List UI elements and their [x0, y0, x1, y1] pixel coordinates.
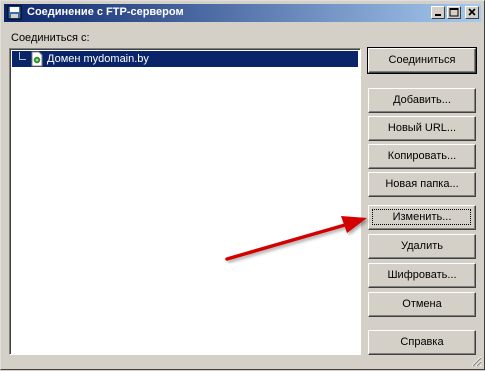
tree-connector-line — [19, 52, 26, 60]
tree-item-label: Домен mydomain.by — [47, 53, 149, 65]
app-icon — [7, 5, 22, 20]
connect-button[interactable]: Соединиться — [367, 47, 477, 74]
tree-item-mydomain[interactable]: Домен mydomain.by — [12, 51, 358, 67]
minimize-button[interactable] — [431, 6, 445, 19]
delete-button[interactable]: Удалить — [368, 234, 476, 259]
encrypt-button[interactable]: Шифровать... — [368, 263, 476, 288]
new-folder-button[interactable]: Новая папка... — [368, 172, 476, 197]
maximize-icon — [449, 8, 459, 17]
ftp-site-tree[interactable]: Домен mydomain.by — [9, 48, 361, 355]
close-button[interactable] — [465, 6, 479, 19]
help-button[interactable]: Справка — [368, 330, 476, 355]
add-button[interactable]: Добавить... — [368, 88, 476, 113]
maximize-button[interactable] — [447, 6, 461, 19]
new-url-button[interactable]: Новый URL... — [368, 116, 476, 141]
title-bar[interactable]: Соединение с FTP-сервером — [4, 4, 481, 22]
close-icon — [468, 8, 476, 16]
minimize-icon — [435, 14, 441, 16]
copy-button[interactable]: Копировать... — [368, 144, 476, 169]
cancel-button[interactable]: Отмена — [368, 292, 476, 317]
resize-grip-icon[interactable] — [470, 355, 482, 367]
connect-to-label: Соединиться с: — [11, 32, 90, 44]
ftp-site-icon — [31, 51, 43, 67]
window-title: Соединение с FTP-сервером — [27, 6, 184, 18]
edit-button[interactable]: Изменить... — [368, 205, 476, 230]
ftp-connect-dialog: Соединение с FTP-сервером Соединиться с: — [0, 0, 485, 370]
